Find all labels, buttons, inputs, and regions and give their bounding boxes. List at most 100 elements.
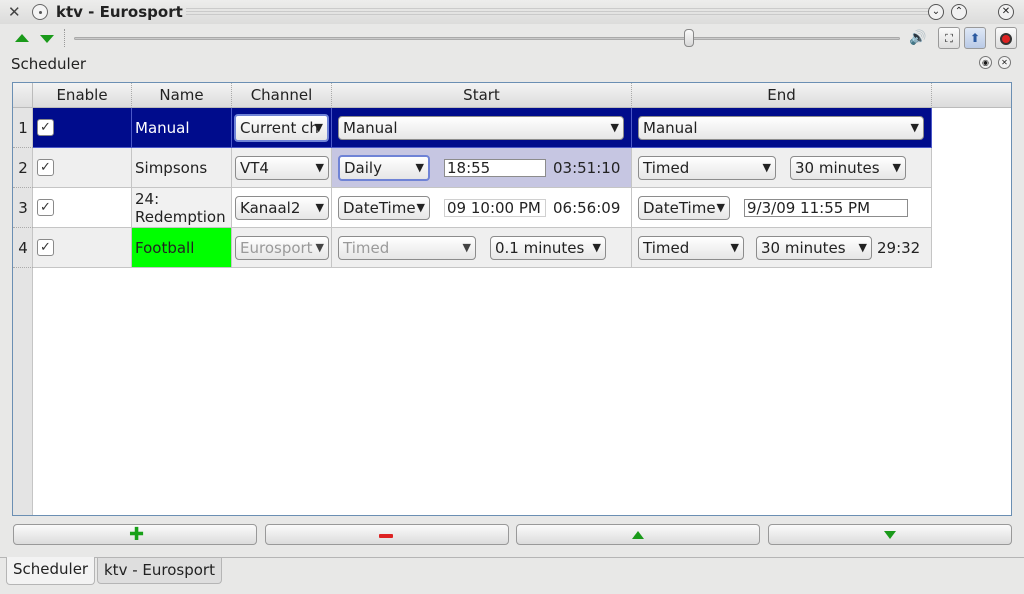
channel-select[interactable]: Kanaal2 ▼ — [235, 196, 329, 220]
start-datetime-field[interactable]: 09 10:00 PM — [444, 199, 546, 217]
move-down-button[interactable] — [768, 524, 1012, 545]
move-up-button[interactable] — [516, 524, 760, 545]
end-datetime-field[interactable]: 9/3/09 11:55 PM — [744, 199, 908, 217]
channel-down-icon[interactable] — [40, 35, 54, 43]
record-button[interactable] — [995, 27, 1017, 49]
channel-cell: Kanaal2 ▼ — [232, 188, 332, 228]
start-duration-value: 0.1 minutes — [495, 239, 585, 257]
channel-cell: Current ch ▼ — [232, 108, 332, 148]
minimize-button[interactable]: ⌄ — [928, 4, 944, 20]
tab-scheduler[interactable]: Scheduler — [6, 557, 96, 585]
enable-checkbox[interactable]: ✓ — [37, 199, 54, 216]
chevron-down-icon: ▼ — [315, 161, 324, 174]
add-icon: ✚ — [129, 524, 145, 545]
enable-cell: ✓ — [33, 228, 132, 268]
channel-select[interactable]: VT4 ▼ — [235, 156, 329, 180]
add-button[interactable]: ✚ — [13, 524, 257, 545]
table-row[interactable]: ✓ Simpsons VT4 ▼ Daily ▼ 18:55 03:51:10 … — [33, 148, 933, 188]
row-header[interactable]: 1 — [13, 108, 33, 148]
table-row[interactable]: ✓ 24: Redemption Kanaal2 ▼ DateTime ▼ 09… — [33, 188, 933, 228]
panel-float-button[interactable]: ◉ — [979, 56, 992, 69]
app-icon[interactable]: ✕ — [8, 4, 24, 20]
start-cell: DateTime ▼ 09 10:00 PM 06:56:09 — [332, 188, 632, 228]
enable-cell: ✓ — [33, 188, 132, 228]
start-mode-select[interactable]: Timed ▼ — [338, 236, 476, 260]
table-row[interactable]: ✓ Manual Current ch ▼ Manual ▼ Manual ▼ — [33, 108, 933, 148]
fullscreen-button[interactable]: ⛶ — [938, 27, 960, 49]
end-cell: DateTime ▼ 9/3/09 11:55 PM — [632, 188, 932, 228]
name-cell[interactable]: Manual — [132, 108, 232, 148]
chevron-down-icon: ▼ — [414, 197, 425, 219]
table-header: Enable Name Channel Start End — [33, 83, 1011, 108]
chevron-down-icon: ▼ — [610, 121, 619, 134]
speaker-icon[interactable]: 🔊 — [909, 30, 927, 46]
end-mode-select[interactable]: Timed ▼ — [638, 236, 744, 260]
record-icon — [1000, 32, 1012, 45]
name-cell[interactable]: 24: Redemption — [132, 188, 232, 228]
enable-checkbox[interactable]: ✓ — [37, 119, 54, 136]
end-mode-value: Timed — [643, 159, 690, 177]
start-mode-value: Timed — [343, 239, 390, 257]
remove-icon — [379, 534, 393, 538]
row-header[interactable]: 3 — [13, 188, 33, 228]
move-down-icon — [884, 531, 896, 539]
end-mode-select[interactable]: DateTime ▼ — [638, 196, 730, 220]
end-duration-select[interactable]: 30 minutes ▼ — [756, 236, 872, 260]
start-mode-value: Manual — [343, 119, 398, 137]
channel-cell: VT4 ▼ — [232, 148, 332, 188]
tab-ktv-eurosport[interactable]: ktv - Eurosport — [97, 558, 222, 584]
close-button[interactable]: ✕ — [998, 4, 1014, 20]
start-cell: Daily ▼ 18:55 03:51:10 — [332, 148, 632, 188]
chevron-down-icon: ▼ — [592, 241, 601, 254]
name-cell[interactable]: Simpsons — [132, 148, 232, 188]
row-header[interactable]: 4 — [13, 228, 33, 268]
chevron-down-icon: ▼ — [714, 197, 725, 219]
end-duration-select[interactable]: 30 minutes ▼ — [790, 156, 906, 180]
fullscreen-icon: ⛶ — [945, 32, 953, 45]
end-mode-select[interactable]: Manual ▼ — [638, 116, 924, 140]
channel-value: VT4 — [240, 159, 269, 177]
channel-value: Eurosport — [240, 239, 313, 257]
table-row[interactable]: ✓ Football Eurosport ▼ Timed ▼ 0.1 minut… — [33, 228, 933, 268]
end-cell: Timed ▼ 30 minutes ▼ 29:32 — [632, 228, 932, 268]
enable-checkbox[interactable]: ✓ — [37, 239, 54, 256]
channel-select[interactable]: Current ch ▼ — [234, 114, 329, 142]
volume-slider-handle[interactable] — [684, 29, 694, 47]
enable-checkbox[interactable]: ✓ — [37, 159, 54, 176]
panel-close-button[interactable]: ✕ — [998, 56, 1011, 69]
start-cell: Timed ▼ 0.1 minutes ▼ — [332, 228, 632, 268]
start-time-field[interactable]: 18:55 — [444, 159, 546, 177]
start-mode-select[interactable]: Manual ▼ — [338, 116, 624, 140]
channel-up-icon[interactable] — [15, 34, 29, 42]
start-mode-select[interactable]: DateTime ▼ — [338, 196, 430, 220]
chevron-down-icon: ▼ — [858, 241, 867, 254]
remove-button[interactable] — [265, 524, 509, 545]
end-mode-select[interactable]: Timed ▼ — [638, 156, 776, 180]
toolbar: 🔊 ⛶ ⬆ — [0, 25, 1024, 51]
table-corner[interactable] — [13, 83, 33, 108]
chevron-down-icon: ▼ — [762, 161, 771, 174]
channel-value: Kanaal2 — [240, 199, 301, 217]
start-mode-select[interactable]: Daily ▼ — [338, 155, 430, 181]
enable-cell: ✓ — [33, 148, 132, 188]
volume-slider-track[interactable] — [74, 37, 900, 40]
schedule-name: Manual — [135, 119, 190, 137]
column-header-enable[interactable]: Enable — [33, 83, 132, 108]
column-header-start[interactable]: Start — [332, 83, 632, 108]
maximize-button[interactable]: ⌃ — [951, 4, 967, 20]
column-header-name[interactable]: Name — [132, 83, 232, 108]
start-duration-select[interactable]: 0.1 minutes ▼ — [490, 236, 606, 260]
upload-button[interactable]: ⬆ — [964, 27, 986, 49]
end-mode-value: Timed — [643, 239, 690, 257]
chevron-down-icon: ▼ — [314, 121, 323, 134]
row-header[interactable]: 2 — [13, 148, 33, 188]
channel-select[interactable]: Eurosport ▼ — [235, 236, 329, 260]
end-duration-value: 30 minutes — [795, 159, 880, 177]
window-menu-button[interactable] — [32, 4, 48, 20]
title-bar: ✕ ktv - Eurosport ⌄ ⌃ ✕ — [0, 0, 1024, 24]
schedule-name: Simpsons — [135, 159, 208, 177]
name-cell-active[interactable]: Football — [132, 228, 232, 268]
enable-cell: ✓ — [33, 108, 132, 148]
column-header-channel[interactable]: Channel — [232, 83, 332, 108]
column-header-end[interactable]: End — [632, 83, 932, 108]
